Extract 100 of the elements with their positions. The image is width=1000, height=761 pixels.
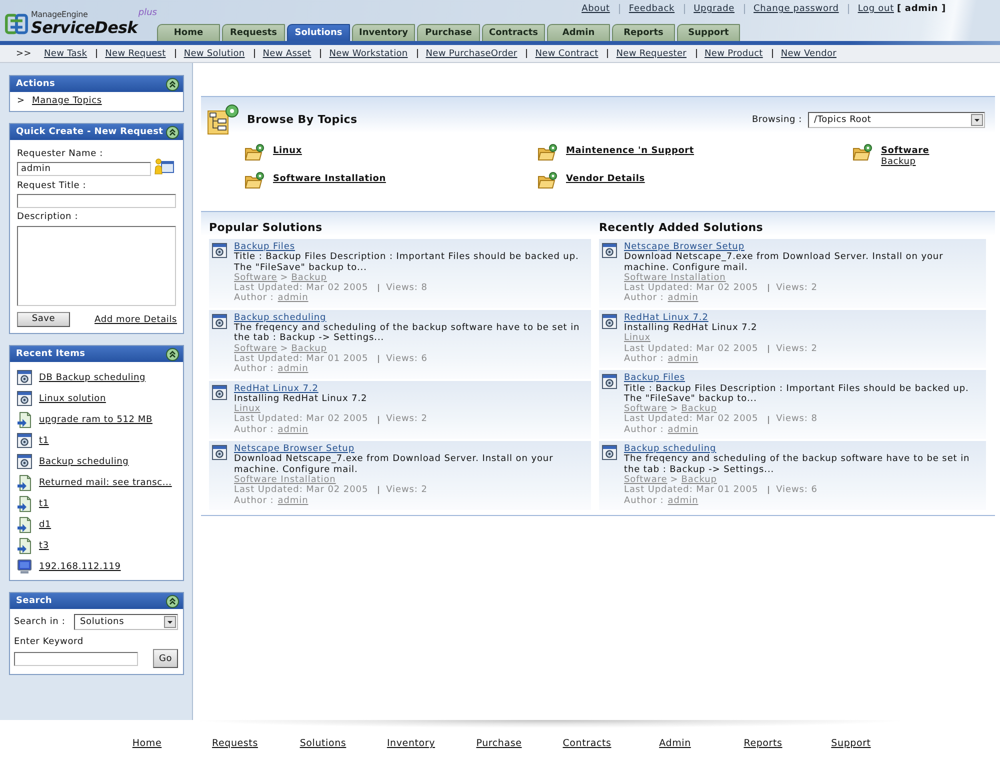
document-arrow-icon xyxy=(17,412,32,428)
go-button[interactable]: Go xyxy=(153,649,178,668)
nav-tab[interactable]: Inventory xyxy=(352,24,415,41)
top-link[interactable]: About xyxy=(582,3,610,15)
recent-item-link[interactable]: d1 xyxy=(39,520,52,530)
recent-item-link[interactable]: t3 xyxy=(39,540,49,550)
collapse-icon[interactable] xyxy=(166,594,179,608)
top-link[interactable]: Feedback xyxy=(628,3,675,15)
keyword-field[interactable] xyxy=(14,652,138,666)
topic-link[interactable]: Software Installation xyxy=(273,174,386,185)
recent-item-link[interactable]: Backup scheduling xyxy=(39,456,129,466)
footer-link[interactable]: Admin xyxy=(659,738,691,749)
quick-link[interactable]: New Requester xyxy=(616,48,687,58)
topic-link[interactable]: Vendor Details xyxy=(566,174,645,185)
footer-link[interactable]: Support xyxy=(831,738,871,749)
topic-link[interactable]: Linux xyxy=(273,146,302,157)
quick-link[interactable]: New Solution xyxy=(184,48,245,58)
quick-link[interactable]: New Product xyxy=(704,48,763,58)
action-link[interactable]: Manage Topics xyxy=(32,96,102,106)
add-more-details-link[interactable]: Add more Details xyxy=(94,314,177,324)
nav-tab[interactable]: Reports xyxy=(612,24,675,41)
footer-link[interactable]: Reports xyxy=(744,738,782,749)
top-link[interactable]: Log out xyxy=(858,3,894,15)
nav-tab[interactable]: Home xyxy=(157,24,220,41)
topic-link[interactable]: Maintenence 'n Support xyxy=(566,146,694,157)
person-window-icon[interactable] xyxy=(154,158,174,174)
description-label: Description : xyxy=(17,211,78,223)
solution-description: The freqency and scheduling of the backup software have to be set in the tab : Backup -> Settings... xyxy=(624,454,971,475)
quick-link[interactable]: New Task xyxy=(44,48,88,58)
collapse-icon[interactable] xyxy=(166,78,179,90)
solution-title-link[interactable]: RedHat Linux 7.2 xyxy=(624,312,708,324)
window-icon xyxy=(602,445,617,460)
last-updated-text: Last Updated: Mar 01 2005 xyxy=(234,354,368,364)
folder-icon xyxy=(538,144,557,161)
recent-item-link[interactable]: 192.168.112.119 xyxy=(39,562,121,572)
nav-tab[interactable]: Support xyxy=(677,24,740,41)
nav-tab[interactable]: Admin xyxy=(547,24,610,41)
user-name: [ admin ] xyxy=(896,3,946,15)
views-count: Views: 6 xyxy=(386,354,428,364)
search-in-select[interactable]: Solutions xyxy=(74,614,178,630)
quick-link[interactable]: New Asset xyxy=(262,48,312,58)
author-label: Author : xyxy=(624,496,664,506)
last-updated-text: Last Updated: Mar 01 2005 xyxy=(624,485,758,496)
collapse-icon[interactable] xyxy=(166,348,179,360)
quick-link[interactable]: New Vendor xyxy=(780,48,836,58)
recent-item-link[interactable]: Linux solution xyxy=(39,394,106,404)
footer-link[interactable]: Purchase xyxy=(476,738,522,749)
nav-tab[interactable]: Solutions xyxy=(287,24,350,41)
collapse-icon[interactable] xyxy=(166,126,179,138)
path-separator: > xyxy=(280,272,288,283)
topic-select[interactable]: /Topics Root xyxy=(808,112,985,128)
window-icon xyxy=(212,314,227,329)
nav-tab[interactable]: Purchase xyxy=(417,24,480,41)
quick-link[interactable]: New Request xyxy=(105,48,166,58)
views-count: Views: 6 xyxy=(776,485,818,496)
author-label: Author : xyxy=(624,293,664,304)
recent-item-link[interactable]: Returned mail: see transc... xyxy=(39,478,172,488)
quick-link[interactable]: New Contract xyxy=(535,48,598,58)
top-link[interactable]: Change password xyxy=(754,3,839,15)
footer-link[interactable]: Requests xyxy=(212,738,258,749)
footer-link[interactable]: Contracts xyxy=(562,738,612,749)
last-updated-text: Last Updated: Mar 02 2005 xyxy=(234,283,368,294)
section-title: Recently Added Solutions xyxy=(599,221,764,235)
nav-tab[interactable]: Contracts xyxy=(482,24,545,41)
solution-description: Title : Backup Files Description : Important Files should be backed up. The "FileSave" backup to... xyxy=(234,252,580,273)
recent-item-link[interactable]: t1 xyxy=(39,436,49,446)
topic-tree-icon xyxy=(207,104,239,135)
requester-name-field[interactable]: admin xyxy=(17,162,151,176)
solution-title-link[interactable]: Backup Files xyxy=(234,242,295,252)
recent-item-link[interactable]: DB Backup scheduling xyxy=(39,372,146,382)
top-link[interactable]: Upgrade xyxy=(694,3,735,15)
recent-item-link[interactable]: t1 xyxy=(39,498,49,508)
quick-link[interactable]: New Workstation xyxy=(329,48,408,58)
subtopic-link[interactable]: Backup xyxy=(881,157,930,168)
save-button[interactable]: Save xyxy=(17,312,70,327)
path-separator: > xyxy=(280,344,288,354)
nav-tab[interactable]: Requests xyxy=(222,24,285,41)
request-title-label: Request Title : xyxy=(17,180,86,192)
logo-icon xyxy=(5,12,28,34)
topic-link[interactable]: Software xyxy=(881,146,930,157)
solution-title-link[interactable]: Backup scheduling xyxy=(234,312,326,324)
views-count: Views: 2 xyxy=(776,283,818,294)
footer-link[interactable]: Solutions xyxy=(300,738,346,749)
browse-title: Browse By Topics xyxy=(247,113,358,126)
footer-link[interactable]: Home xyxy=(132,738,162,749)
solution-title-link[interactable]: Backup scheduling xyxy=(624,444,716,454)
views-count: Views: 8 xyxy=(776,414,818,425)
solution-title-link[interactable]: Netscape Browser Setup xyxy=(234,444,354,454)
window-icon xyxy=(17,454,32,469)
solution-title-link[interactable]: Netscape Browser Setup xyxy=(624,242,744,252)
footer-link[interactable]: Inventory xyxy=(386,738,436,749)
last-updated-text: Last Updated: Mar 02 2005 xyxy=(624,344,758,354)
solution-title-link[interactable]: RedHat Linux 7.2 xyxy=(234,384,318,394)
recent-item-link[interactable]: upgrade ram to 512 MB xyxy=(39,414,152,424)
description-field[interactable] xyxy=(17,226,176,306)
quick-link[interactable]: New PurchaseOrder xyxy=(426,48,518,58)
document-arrow-icon xyxy=(17,516,32,532)
request-title-field[interactable] xyxy=(17,194,176,208)
solution-title-link[interactable]: Backup Files xyxy=(624,373,685,384)
document-arrow-icon xyxy=(17,538,32,554)
